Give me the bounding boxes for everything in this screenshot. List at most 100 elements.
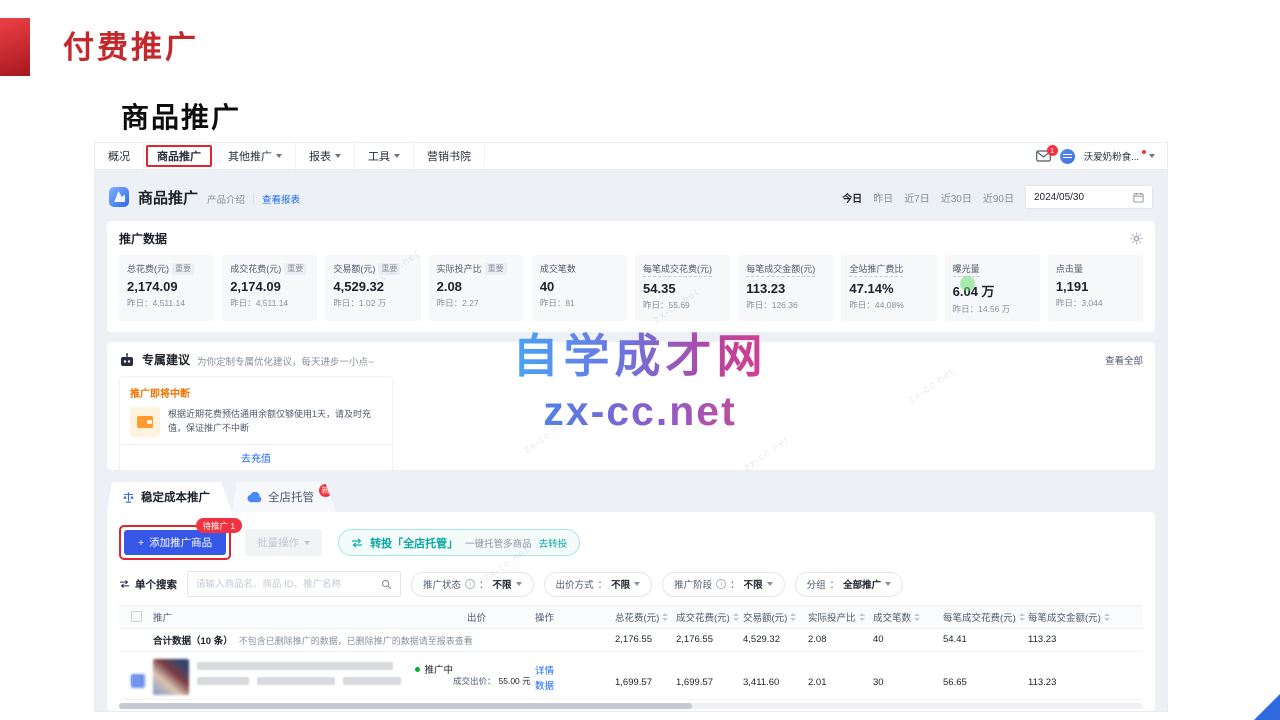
date-quick-filter[interactable]: 近30日 [941, 190, 972, 205]
metric-card: 曝光量 6.04 万 昨日：14.56 万 [945, 255, 1040, 321]
tab-stable-cost-promo[interactable]: 稳定成本推广 [107, 482, 232, 512]
chevron-down-icon [335, 154, 341, 158]
filter-value: 全部推广 [843, 577, 881, 591]
summary-total-spend: 2,176.55 [615, 634, 676, 645]
nav-tab-label: 工具 [368, 148, 390, 164]
nav-tab[interactable]: 其他推广 [215, 143, 296, 169]
add-promo-product-button[interactable]: + 添加推广商品 [124, 530, 226, 555]
col-deal-spend[interactable]: 成交花费(元) [676, 610, 743, 624]
metric-important-tag: 重要 [485, 263, 507, 275]
promo-table: 推广 出价 操作 总花费(元) 成交花费(元) 交易额(元) 实际投产比 成交笔… [119, 605, 1143, 711]
sort-icon [859, 613, 865, 621]
settings-button[interactable] [1130, 232, 1143, 245]
metric-card: 全站推广费比 47.14% 昨日：44.08% [841, 255, 936, 321]
nav-tab-label: 商品推广 [157, 148, 201, 164]
table-row: 推广中 成交出价： 55.00 元 [119, 652, 1143, 700]
slide-logo-block [0, 18, 30, 76]
filter-pill[interactable]: 分组 i ： 全部推广 [795, 572, 904, 597]
date-quick-filter[interactable]: 昨日 [873, 190, 893, 205]
notification-badge: 1 [1047, 145, 1058, 156]
col-amount-per-order[interactable]: 每笔成交金额(元) [1028, 610, 1143, 624]
nav-tab[interactable]: 商品推广 [144, 143, 215, 169]
date-range-controls: 今日 昨日 近7日 近30日 近90日 2024/05/30 [842, 185, 1153, 209]
col-gmv[interactable]: 交易额(元) [743, 610, 808, 624]
slide-section-title: 商品推广 [121, 96, 241, 136]
metric-card: 总花费(元) 重要 2,174.09 昨日：4,511.14 [119, 255, 214, 321]
nav-tab-label: 营销书院 [427, 148, 471, 164]
view-all-link[interactable]: 查看全部 [1105, 353, 1143, 367]
recharge-link[interactable]: 去充值 [241, 454, 271, 465]
account-avatar[interactable] [1060, 149, 1075, 164]
summary-orders: 40 [873, 634, 943, 645]
go-transfer-link[interactable]: 去转投 [539, 536, 568, 550]
col-orders[interactable]: 成交笔数 [873, 610, 943, 624]
scrollbar-track [119, 703, 1143, 709]
metric-label: 点击量 [1056, 262, 1083, 275]
filter-pill[interactable]: 出价方式 i ： 不限 [544, 572, 653, 597]
chevron-down-icon [304, 541, 310, 545]
metric-value: 47.14% [849, 281, 928, 296]
batch-actions-button[interactable]: 批量操作 [245, 529, 322, 556]
sort-icon [790, 613, 796, 621]
col-total-spend[interactable]: 总花费(元) [615, 610, 676, 624]
metric-yesterday-value: 昨日：2.27 [437, 297, 516, 309]
chevron-down-icon [394, 154, 400, 158]
view-report-link[interactable]: 查看报表 [262, 192, 300, 206]
filter-colon: ： [730, 577, 740, 591]
search-input[interactable] [196, 579, 381, 590]
metric-label: 成交花费(元) [230, 262, 281, 275]
notification-button[interactable]: 1 [1036, 150, 1051, 162]
metric-label: 总花费(元) [127, 262, 169, 275]
wallet-icon [130, 407, 160, 437]
account-menu[interactable]: 沃爱奶粉食... [1084, 149, 1155, 163]
date-quick-filter[interactable]: 近90日 [983, 190, 1014, 205]
summary-note: 不包含已删除推广的数据，已删除推广的数据请至报表查看 [239, 636, 473, 646]
metric-important-tag: 重要 [284, 263, 306, 275]
date-quick-filter[interactable]: 近7日 [904, 190, 930, 205]
navbar-right: 1 沃爱奶粉食... [1036, 143, 1167, 169]
date-quick-filter[interactable]: 今日 [842, 190, 862, 205]
page-header: 商品推广 产品介绍 查看报表 今日 昨日 近7日 近30日 [109, 181, 1153, 213]
nav-tab[interactable]: 营销书院 [414, 143, 485, 169]
select-all-checkbox[interactable] [131, 611, 142, 622]
sort-icon [1019, 613, 1025, 621]
filter-pill[interactable]: 推广状态 i ： 不限 [411, 572, 534, 597]
new-badge: 新 [319, 484, 332, 497]
filter-label: 出价方式 [556, 577, 594, 591]
blurred-product-title [197, 659, 401, 685]
col-actions: 操作 [535, 610, 615, 624]
detail-link[interactable]: 详情 [535, 665, 615, 680]
summary-roi: 2.08 [808, 634, 873, 645]
metric-yesterday-value: 昨日：44.08% [849, 299, 928, 311]
scrollbar-thumb[interactable] [119, 703, 692, 709]
promo-content-card: + 添加推广商品 待推广 1 批量操作 转投「全店托管」 一键托管多商品 去转投 [107, 512, 1155, 711]
data-link[interactable]: 数据 [535, 680, 615, 695]
nav-tab[interactable]: 概况 [95, 143, 144, 169]
robot-icon [119, 353, 135, 367]
alert-body: 根据近期花费预估通用余额仅够使用1天，请及时充值，保证推广不中断 [168, 407, 382, 437]
product-intro-link[interactable]: 产品介绍 [207, 192, 245, 206]
chevron-down-icon [276, 154, 282, 158]
metric-yesterday-value: 昨日：3,044 [1056, 297, 1135, 309]
pending-promo-badge: 待推广 1 [196, 518, 243, 533]
promo-tab-bar: 稳定成本推广 全店托管 新 [107, 482, 1155, 512]
row-roi: 2.01 [808, 659, 873, 688]
col-roi[interactable]: 实际投产比 [808, 610, 873, 624]
gear-icon [1130, 232, 1143, 245]
transfer-full-store-pill[interactable]: 转投「全店托管」 一键托管多商品 去转投 [338, 529, 580, 556]
filter-pill[interactable]: 推广阶段 i ： 不限 [662, 572, 785, 597]
col-cost-per-order[interactable]: 每笔成交花费(元) [943, 610, 1028, 624]
sort-icon [1104, 613, 1110, 621]
tab-full-store-managed[interactable]: 全店托管 新 [232, 482, 336, 512]
search-icon[interactable] [381, 579, 392, 590]
filter-row: 单个搜索 推广状态 i ： 不限 [119, 571, 1143, 597]
chevron-down-icon [516, 582, 522, 586]
suggestions-header: 专属建议 为你定制专属优化建议，每天进步一小点~ 查看全部 [119, 351, 1143, 368]
calendar-icon [1133, 192, 1144, 203]
filter-label: 分组 [807, 577, 826, 591]
nav-tab[interactable]: 工具 [355, 143, 414, 169]
nav-tab[interactable]: 报表 [296, 143, 355, 169]
metric-label: 成交笔数 [540, 262, 576, 275]
row-deal-spend: 1,699.57 [676, 659, 743, 688]
date-picker[interactable]: 2024/05/30 [1025, 185, 1153, 209]
